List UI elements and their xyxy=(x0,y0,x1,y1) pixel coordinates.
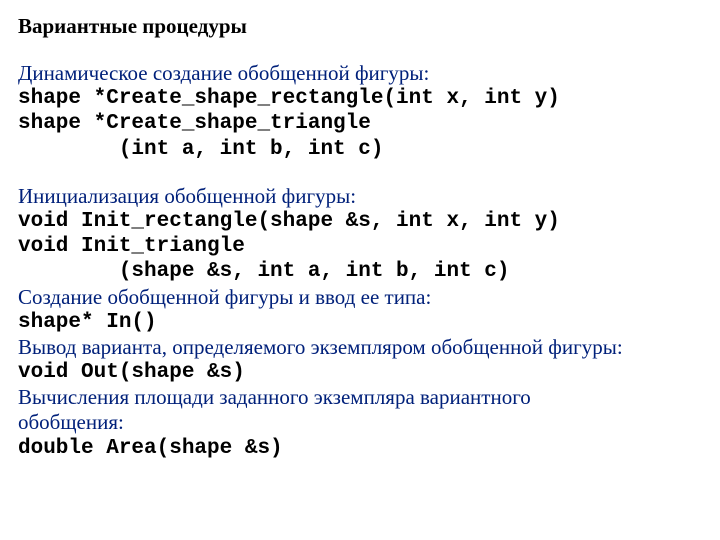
code-init-triangle-params: (shape &s, int a, int b, int c) xyxy=(18,259,702,284)
page-title: Вариантные процедуры xyxy=(18,14,702,39)
section-out: Вывод варианта, определяемого экземпляро… xyxy=(18,335,702,385)
prose-init: Инициализация обобщенной фигуры: xyxy=(18,184,702,209)
prose-area-line1: Вычисления площади заданного экземпляра … xyxy=(18,385,702,410)
code-create-triangle-decl: shape *Create_shape_triangle xyxy=(18,111,702,136)
section-area: Вычисления площади заданного экземпляра … xyxy=(18,385,702,461)
code-init-triangle-decl: void Init_triangle xyxy=(18,234,702,259)
section-in: Создание обобщенной фигуры и ввод ее тип… xyxy=(18,285,702,335)
code-out: void Out(shape &s) xyxy=(18,360,702,385)
prose-out: Вывод варианта, определяемого экземпляро… xyxy=(18,335,702,360)
section-init: Инициализация обобщенной фигуры: void In… xyxy=(18,184,702,285)
prose-in: Создание обобщенной фигуры и ввод ее тип… xyxy=(18,285,702,310)
code-in: shape* In() xyxy=(18,310,702,335)
code-create-triangle-params: (int a, int b, int c) xyxy=(18,137,702,162)
code-area: double Area(shape &s) xyxy=(18,436,702,461)
code-create-rectangle: shape *Create_shape_rectangle(int x, int… xyxy=(18,86,702,111)
document-page: Вариантные процедуры Динамическое создан… xyxy=(0,0,720,471)
prose-create: Динамическое создание обобщенной фигуры: xyxy=(18,61,702,86)
section-create: Динамическое создание обобщенной фигуры:… xyxy=(18,61,702,162)
prose-area-line2: обобщения: xyxy=(18,410,702,435)
code-init-rectangle: void Init_rectangle(shape &s, int x, int… xyxy=(18,209,702,234)
